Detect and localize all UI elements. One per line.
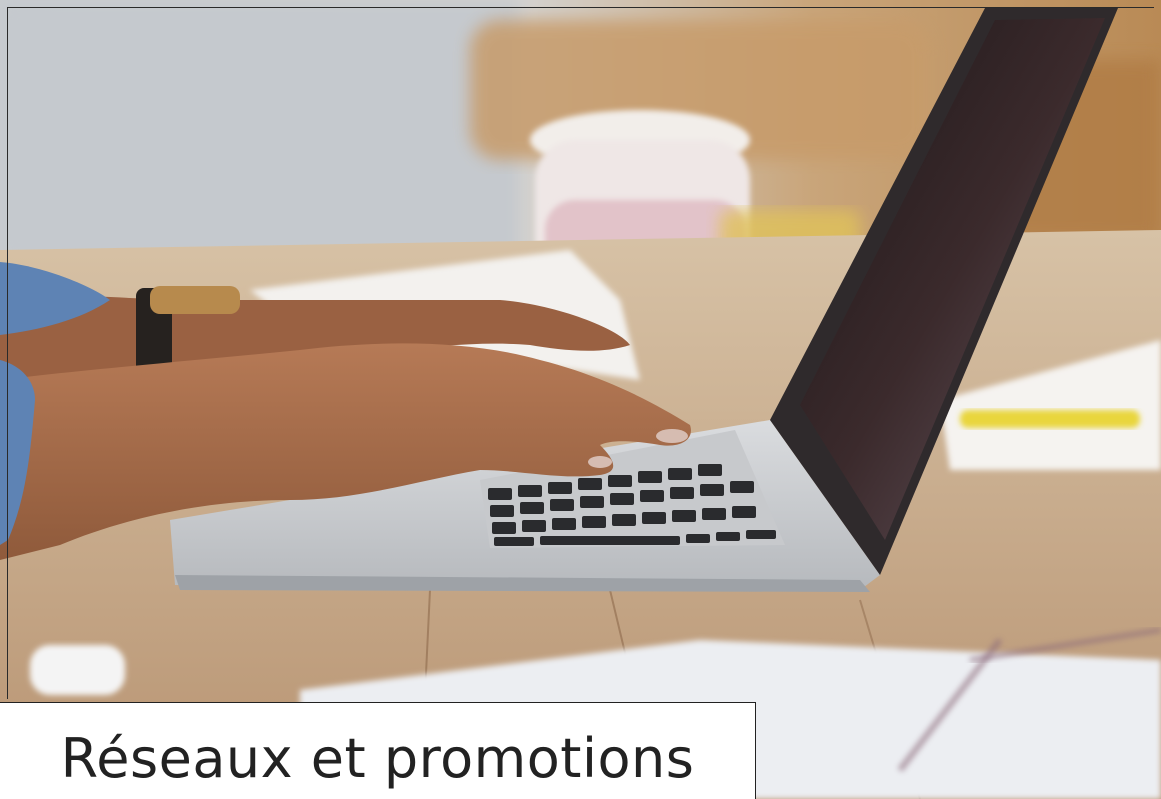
caption-title: Réseaux et promotions: [60, 727, 695, 790]
laptop-typing-photo: [0, 0, 1161, 799]
image-frame: Réseaux et promotions: [0, 0, 1161, 799]
caption-box: Réseaux et promotions: [0, 702, 756, 799]
